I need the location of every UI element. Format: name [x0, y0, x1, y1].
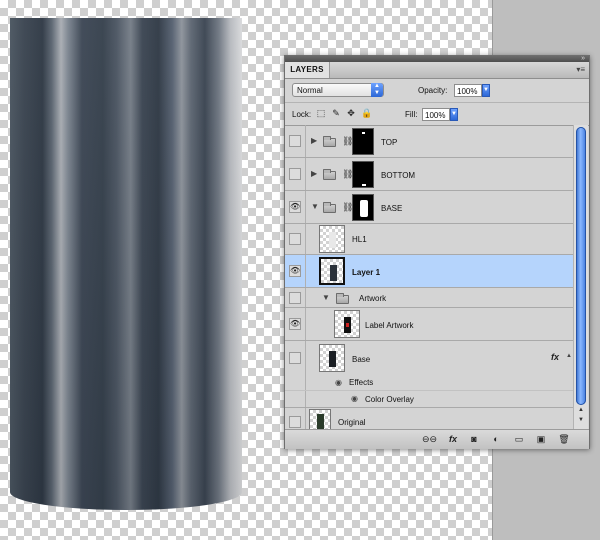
fill-dropdown-arrow[interactable]: ▼ — [450, 108, 458, 121]
visibility-toggle[interactable] — [289, 168, 301, 180]
layer-name: Label Artwork — [365, 321, 414, 330]
cylinder-artwork — [10, 18, 242, 510]
collapse-triangle-icon[interactable]: ▼ — [322, 293, 330, 302]
folder-icon — [323, 169, 336, 180]
effects-label: Effects — [349, 378, 374, 387]
layer-row-base-group[interactable]: 👁 ▼ ⛓ BASE — [285, 191, 573, 224]
mask-thumbnail[interactable] — [352, 161, 374, 188]
layer-thumbnail — [319, 344, 345, 372]
visibility-toggle[interactable] — [289, 135, 301, 147]
layer-name: HL1 — [352, 235, 367, 244]
layer-thumbnail — [319, 257, 345, 285]
lock-position-icon[interactable]: ✥ — [346, 108, 356, 118]
effects-row[interactable]: ◉ Effects — [285, 375, 573, 391]
layer-name: Layer 1 — [352, 268, 381, 277]
blend-mode-select[interactable]: Normal ▲ ▼ — [292, 83, 384, 97]
adjustment-icon[interactable]: ◐ — [490, 434, 502, 445]
collapse-triangle-icon[interactable]: ▼ — [311, 202, 319, 211]
effects-expand-icon[interactable]: ▲ — [566, 353, 572, 359]
layer-thumbnail — [334, 310, 360, 338]
layer-name: BOTTOM — [381, 171, 416, 180]
panel-menu-icon[interactable]: ▾≡ — [576, 65, 585, 75]
fill-label: Fill: — [405, 110, 418, 119]
expand-triangle-icon[interactable]: ▶ — [311, 136, 317, 145]
lock-row: Lock: ⬚ ✎ ✥ 🔒 Fill: 100% ▼ — [285, 103, 589, 126]
new-group-icon[interactable]: ▭ — [513, 434, 525, 445]
layer-row-layer-1[interactable]: 👁 Layer 1 — [285, 255, 573, 288]
new-layer-icon[interactable]: ▣ — [535, 434, 547, 445]
layers-list: ▶ ⛓ TOP ▶ ⛓ BOTTOM 👁 ▼ ⛓ BASE HL1 👁 Laye… — [285, 125, 573, 429]
layer-row-hl1[interactable]: HL1 — [285, 224, 573, 255]
visibility-toggle[interactable] — [289, 416, 301, 428]
effect-row-color-overlay[interactable]: ◉ Color Overlay — [285, 391, 573, 408]
visibility-toggle[interactable] — [289, 292, 301, 304]
mask-thumbnail[interactable] — [352, 128, 374, 155]
layer-row-original[interactable]: Original — [285, 408, 573, 429]
fx-icon[interactable]: fx — [446, 434, 460, 445]
collapse-icon[interactable]: » — [581, 55, 585, 62]
mask-icon[interactable]: ◙ — [468, 434, 480, 445]
layer-name: Original — [338, 418, 366, 427]
layer-row-base[interactable]: Base fx ▲ — [285, 341, 573, 409]
panel-tab-row: LAYERS ▾≡ — [285, 62, 589, 79]
layers-scrollbar[interactable]: ▲ ▼ — [573, 125, 588, 429]
tab-layers[interactable]: LAYERS — [285, 62, 330, 78]
expand-triangle-icon[interactable]: ▶ — [311, 169, 317, 178]
mask-thumbnail[interactable] — [352, 194, 374, 221]
layer-name: BASE — [381, 204, 403, 213]
eye-icon[interactable]: 👁 — [289, 265, 301, 277]
layer-row-top[interactable]: ▶ ⛓ TOP — [285, 125, 573, 158]
lock-label: Lock: — [292, 110, 312, 119]
layer-thumbnail — [309, 409, 331, 429]
trash-icon[interactable]: 🗑 — [558, 434, 570, 445]
blend-options-row: Normal ▲ ▼ Opacity: 100% ▼ — [285, 79, 589, 103]
eye-icon[interactable]: 👁 — [289, 201, 301, 213]
opacity-label: Opacity: — [418, 86, 448, 95]
visibility-toggle[interactable] — [289, 352, 301, 364]
opacity-dropdown-arrow[interactable]: ▼ — [482, 84, 490, 97]
eye-icon[interactable]: 👁 — [289, 318, 301, 330]
layer-row-bottom[interactable]: ▶ ⛓ BOTTOM — [285, 158, 573, 191]
layer-row-artwork-group[interactable]: ▼ Artwork — [285, 288, 573, 308]
lock-transparent-icon[interactable]: ⬚ — [316, 108, 326, 118]
folder-icon — [323, 136, 336, 147]
layers-panel: » LAYERS ▾≡ Normal ▲ ▼ Opacity: 100% ▼ Loc… — [284, 55, 590, 449]
effect-name: Color Overlay — [365, 395, 414, 404]
fill-input[interactable]: 100% — [422, 108, 450, 121]
blend-mode-value: Normal — [297, 86, 323, 95]
opacity-input[interactable]: 100% — [454, 84, 482, 97]
link-icon[interactable]: ⊖⊖ — [422, 434, 437, 445]
layer-row-label-artwork[interactable]: 👁 Label Artwork — [285, 308, 573, 341]
scroll-down-icon[interactable]: ▼ — [576, 416, 586, 424]
lock-brush-icon[interactable]: ✎ — [331, 108, 341, 118]
layer-thumbnail — [319, 225, 345, 253]
folder-icon — [323, 202, 336, 213]
layers-bottom-bar: ⊖⊖ fx ◙ ◐ ▭ ▣ 🗑 — [285, 429, 589, 449]
layer-name: Artwork — [359, 294, 387, 303]
scrollbar-thumb[interactable] — [576, 127, 586, 405]
effects-eye-icon[interactable]: ◉ — [335, 379, 344, 387]
layer-name: Base — [352, 355, 371, 364]
effect-eye-icon[interactable]: ◉ — [351, 395, 360, 403]
blend-mode-stepper-icon: ▲ ▼ — [371, 83, 383, 97]
lock-all-icon[interactable]: 🔒 — [361, 108, 372, 118]
scroll-up-icon[interactable]: ▲ — [576, 406, 586, 414]
visibility-toggle[interactable] — [289, 233, 301, 245]
fx-icon[interactable]: fx — [551, 352, 559, 362]
folder-icon — [336, 293, 349, 304]
layer-name: TOP — [381, 138, 398, 147]
